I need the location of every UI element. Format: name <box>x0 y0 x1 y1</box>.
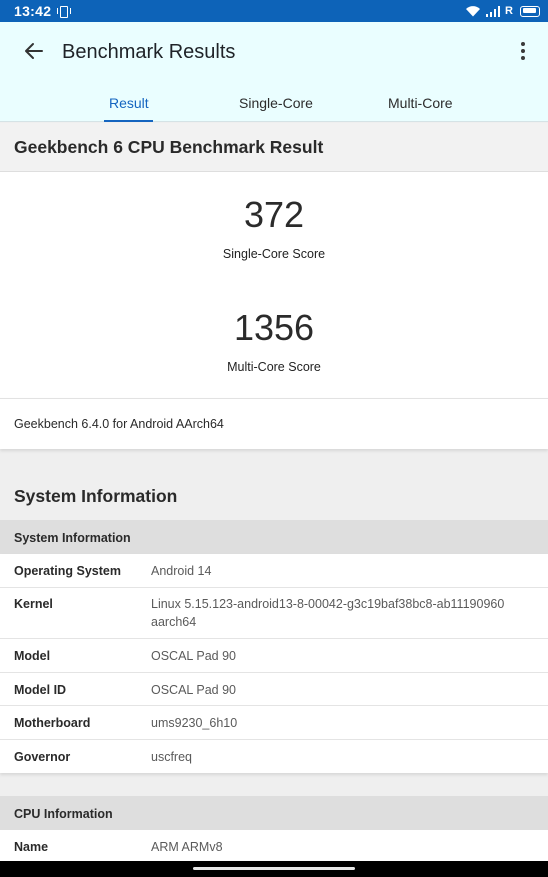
scores-panel: 372 Single-Core Score 1356 Multi-Core Sc… <box>0 172 548 398</box>
status-bar: 13:42 R <box>0 0 548 22</box>
row-key: Name <box>14 840 49 854</box>
table-row: Motherboard ums9230_6h10 <box>0 706 548 740</box>
system-table: Operating System Android 14 Kernel Linux… <box>0 554 548 773</box>
tab-bar: Result Single-Core Multi-Core <box>0 88 548 122</box>
battery-icon <box>520 5 540 17</box>
system-table-header-label: System Information <box>14 531 131 545</box>
row-value: Linux 5.15.123-android13-8-00042-g3c19ba… <box>151 597 505 629</box>
row-value: Android 14 <box>151 564 212 578</box>
multi-core-label: Multi-Core Score <box>227 360 321 374</box>
row-key: Governor <box>14 750 71 764</box>
cpu-table-header: CPU Information <box>0 796 548 830</box>
row-key: Model <box>14 649 51 663</box>
tab-result[interactable]: Result <box>109 95 149 111</box>
signal-icon <box>485 5 501 17</box>
row-value: uscfreq <box>151 750 192 764</box>
network-type-label: R <box>505 5 513 17</box>
result-card-title: Geekbench 6 CPU Benchmark Result <box>14 137 324 157</box>
active-tab-indicator <box>104 120 153 122</box>
cpu-table: Name ARM ARMv8 <box>0 830 548 861</box>
more-options-icon[interactable] <box>520 42 526 60</box>
table-row: Kernel Linux 5.15.123-android13-8-00042-… <box>0 588 548 639</box>
table-row: Operating System Android 14 <box>0 554 548 588</box>
version-row: Geekbench 6.4.0 for Android AArch64 <box>0 398 548 449</box>
page-title: Benchmark Results <box>62 41 236 63</box>
system-information-title: System Information <box>14 486 178 506</box>
row-value: OSCAL Pad 90 <box>151 683 237 697</box>
wifi-icon <box>465 6 480 17</box>
tab-multi-core[interactable]: Multi-Core <box>388 95 453 111</box>
result-card-header: Geekbench 6 CPU Benchmark Result <box>0 123 548 172</box>
multi-core-score: 1356 <box>233 307 315 348</box>
row-value: ARM ARMv8 <box>151 840 223 854</box>
system-table-header: System Information <box>0 520 548 554</box>
home-gesture-handle[interactable] <box>193 867 355 870</box>
table-row: Governor uscfreq <box>0 740 548 773</box>
row-key: Kernel <box>14 597 53 611</box>
version-text: Geekbench 6.4.0 for Android AArch64 <box>14 417 224 431</box>
vibrate-icon <box>57 5 72 18</box>
row-value: ums9230_6h10 <box>151 716 238 730</box>
status-icons: R <box>465 5 540 17</box>
row-key: Motherboard <box>14 716 91 730</box>
row-value: OSCAL Pad 90 <box>151 649 237 663</box>
navigation-bar <box>0 861 548 877</box>
single-core-score: 372 <box>243 194 305 235</box>
table-row: Model ID OSCAL Pad 90 <box>0 673 548 706</box>
cpu-table-header-label: CPU Information <box>14 807 113 821</box>
table-row: Name ARM ARMv8 <box>0 830 548 861</box>
row-key: Operating System <box>14 564 121 578</box>
row-key: Model ID <box>14 683 67 697</box>
status-time: 13:42 <box>14 3 52 19</box>
app-header: Benchmark Results Result Single-Core Mul… <box>0 22 548 122</box>
tab-single-core[interactable]: Single-Core <box>239 95 313 111</box>
back-arrow-icon[interactable] <box>22 39 46 63</box>
single-core-label: Single-Core Score <box>222 247 326 261</box>
table-row: Model OSCAL Pad 90 <box>0 639 548 673</box>
